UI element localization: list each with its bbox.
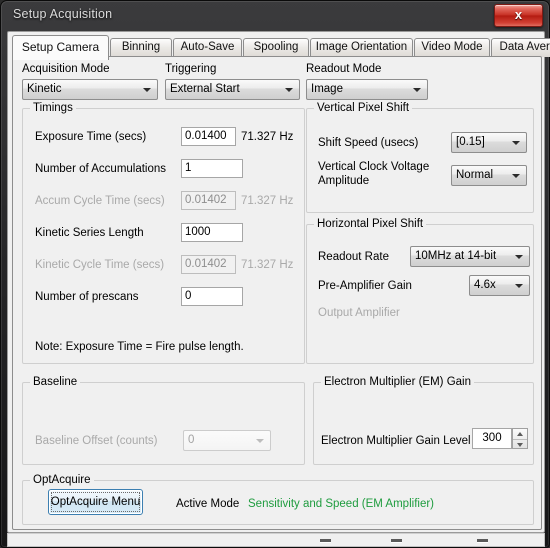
shift-speed-value: [0.15]: [456, 136, 485, 148]
number-of-accumulations-input[interactable]: 1: [181, 159, 243, 178]
baseline-offset-combo: 0: [183, 430, 271, 451]
kinetic-cycle-time-label: Kinetic Cycle Time (secs): [35, 259, 165, 271]
kinetic-cycle-time-rate: 71.327 Hz: [241, 259, 294, 271]
tab-data-averaging-filters[interactable]: Data Averaging Filters: [491, 38, 550, 57]
baseline-group-title: Baseline: [30, 376, 81, 388]
acquisition-mode-value: Kinetic: [27, 83, 62, 95]
accum-cycle-time-input: 0.01402: [181, 191, 236, 210]
tab-binning[interactable]: Binning: [110, 38, 172, 57]
readout-rate-combo[interactable]: 10MHz at 14-bit: [410, 246, 530, 267]
window-title: Setup Acquisition: [13, 7, 113, 21]
chevron-down-icon: [515, 284, 523, 288]
tab-strip: Setup Camera Binning Auto-Save Spooling …: [12, 35, 550, 60]
baseline-group: [22, 382, 305, 465]
tab-auto-save[interactable]: Auto-Save: [173, 38, 242, 57]
em-gain-group-title: Electron Multiplier (EM) Gain: [321, 376, 474, 388]
setup-camera-panel: Acquisition Mode Kinetic Triggering Exte…: [12, 56, 542, 530]
vertical-clock-voltage-combo[interactable]: Normal: [451, 165, 527, 186]
triggering-combo[interactable]: External Start: [165, 79, 300, 100]
caret-up-icon: [517, 432, 523, 436]
accum-cycle-time-label: Accum Cycle Time (secs): [35, 195, 165, 207]
triggering-value: External Start: [170, 83, 240, 95]
close-icon: x: [514, 7, 523, 22]
pre-amplifier-gain-value: 4.6x: [474, 279, 496, 291]
active-mode-label: Active Mode: [176, 498, 240, 510]
baseline-offset-value: 0: [188, 434, 195, 446]
chevron-down-icon: [515, 255, 523, 259]
exposure-time-label: Exposure Time (secs): [35, 131, 147, 143]
tab-spooling[interactable]: Spooling: [243, 38, 309, 57]
shift-speed-label: Shift Speed (usecs): [318, 137, 419, 149]
pre-amplifier-gain-combo[interactable]: 4.6x: [469, 275, 530, 296]
kinetic-cycle-time-input: 0.01402: [181, 255, 236, 274]
stepper-down-button[interactable]: [513, 439, 527, 450]
optacquire-menu-button[interactable]: OptAcquire Menu: [48, 489, 143, 515]
chevron-down-icon: [285, 88, 293, 92]
chevron-down-icon: [143, 88, 151, 92]
tab-image-orientation[interactable]: Image Orientation: [310, 38, 413, 57]
em-gain-level-label: Electron Multiplier Gain Level: [321, 435, 471, 447]
readout-rate-value: 10MHz at 14-bit: [415, 250, 497, 262]
em-gain-group: [313, 382, 534, 465]
status-separator-2: [391, 539, 402, 542]
vertical-clock-voltage-label-line2: Amplitude: [318, 175, 370, 187]
kinetic-series-length-input[interactable]: 1000: [181, 223, 243, 242]
number-of-prescans-input[interactable]: 0: [181, 287, 243, 306]
horizontal-pixel-shift-title: Horizontal Pixel Shift: [314, 218, 427, 230]
readout-mode-combo[interactable]: Image: [306, 79, 428, 100]
readout-mode-label: Readout Mode: [306, 63, 382, 75]
exposure-time-rate: 71.327 Hz: [241, 131, 294, 143]
em-gain-level-stepper[interactable]: [512, 428, 528, 449]
chevron-down-icon: [256, 439, 264, 443]
vertical-pixel-shift-title: Vertical Pixel Shift: [314, 102, 413, 114]
setup-acquisition-window: Setup Acquisition x Setup Camera Binning…: [0, 0, 550, 548]
baseline-offset-label: Baseline Offset (counts): [35, 435, 158, 447]
acquisition-mode-combo[interactable]: Kinetic: [22, 79, 158, 100]
em-gain-level-input[interactable]: 300: [472, 428, 512, 449]
shift-speed-combo[interactable]: [0.15]: [451, 132, 527, 153]
chevron-down-icon: [512, 141, 520, 145]
exposure-time-input[interactable]: 0.01400: [181, 127, 236, 146]
timings-note: Note: Exposure Time = Fire pulse length.: [35, 341, 244, 353]
readout-mode-value: Image: [311, 83, 343, 95]
kinetic-series-length-label: Kinetic Series Length: [35, 227, 144, 239]
number-of-accumulations-label: Number of Accumulations: [35, 163, 167, 175]
number-of-prescans-label: Number of prescans: [35, 291, 139, 303]
status-separator-1: [320, 539, 331, 542]
client-area: Setup Camera Binning Auto-Save Spooling …: [7, 31, 550, 533]
chevron-down-icon: [512, 174, 520, 178]
tab-setup-camera[interactable]: Setup Camera: [12, 35, 109, 60]
caret-down-icon: [517, 443, 523, 447]
readout-rate-label: Readout Rate: [318, 251, 389, 263]
status-bar: [7, 533, 545, 547]
optacquire-group-title: OptAcquire: [30, 474, 94, 486]
active-mode-value: Sensitivity and Speed (EM Amplifier): [248, 498, 434, 510]
accum-cycle-time-rate: 71.327 Hz: [241, 195, 294, 207]
stepper-up-button[interactable]: [513, 429, 527, 439]
vertical-clock-voltage-label-line1: Vertical Clock Voltage: [318, 161, 430, 173]
close-button[interactable]: x: [494, 4, 543, 27]
chevron-down-icon: [413, 88, 421, 92]
tab-video-mode[interactable]: Video Mode: [414, 38, 490, 57]
optacquire-menu-label: OptAcquire Menu: [50, 496, 141, 508]
title-bar: Setup Acquisition x: [1, 1, 550, 31]
vertical-clock-voltage-value: Normal: [456, 169, 494, 181]
timings-group-title: Timings: [30, 102, 76, 114]
triggering-label: Triggering: [165, 63, 217, 75]
output-amplifier-label: Output Amplifier: [318, 307, 400, 319]
status-separator-3: [477, 539, 488, 542]
pre-amplifier-gain-label: Pre-Amplifier Gain: [318, 280, 412, 292]
acquisition-mode-label: Acquisition Mode: [22, 63, 110, 75]
